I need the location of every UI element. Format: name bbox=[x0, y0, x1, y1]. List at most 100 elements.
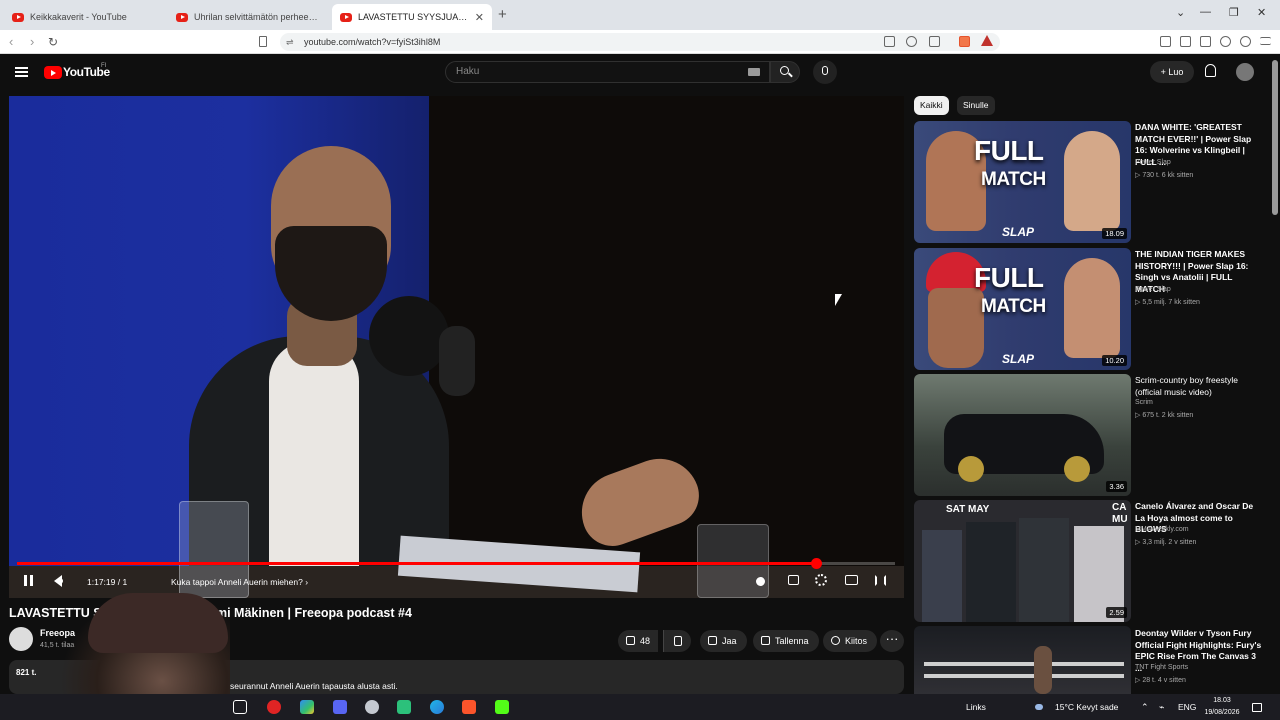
site-info-icon[interactable]: ⇌ bbox=[286, 37, 294, 48]
thumb-ring-rope bbox=[924, 662, 1124, 666]
recommendation-channel[interactable]: TNT Fight Sports bbox=[1135, 664, 1188, 671]
discord-icon[interactable] bbox=[333, 700, 347, 714]
close-tab-icon[interactable]: ✕ bbox=[475, 11, 484, 24]
clock-time[interactable]: 18.03 bbox=[1200, 697, 1244, 704]
settings-gear-icon[interactable] bbox=[815, 574, 827, 586]
progress-bar[interactable] bbox=[17, 558, 895, 569]
more-actions-button[interactable]: ··· bbox=[880, 630, 904, 652]
recommendation-channel[interactable]: Power Slap bbox=[1135, 159, 1171, 166]
network-icon[interactable]: ⌁ bbox=[1159, 702, 1164, 713]
notification-center-icon[interactable] bbox=[1252, 703, 1262, 712]
search-input[interactable]: Haku bbox=[445, 61, 770, 83]
thumbs-down-icon bbox=[674, 636, 682, 646]
vpn-icon[interactable] bbox=[1240, 36, 1251, 47]
chip-all[interactable]: Kaikki bbox=[914, 96, 949, 115]
thumb-wheel bbox=[1064, 456, 1090, 482]
like-button[interactable]: 48 bbox=[618, 630, 659, 652]
youtube-favicon-icon bbox=[176, 12, 188, 22]
back-icon[interactable]: ‹ bbox=[9, 34, 13, 49]
wallet-icon[interactable] bbox=[1200, 36, 1211, 47]
recommendation-title[interactable]: Scrim-country boy freestyle (official mu… bbox=[1135, 375, 1263, 398]
video-player[interactable]: 1:17:19 / 1 Kuka tappoi Anneli Auerin mi… bbox=[9, 96, 904, 598]
thumb-banner-text: SAT MAY bbox=[946, 504, 990, 515]
mouse-cursor-icon bbox=[835, 294, 842, 306]
weather-cloud-icon[interactable] bbox=[1035, 704, 1043, 710]
recommendation-thumbnail[interactable] bbox=[914, 626, 1131, 694]
chip-for-you[interactable]: Sinulle bbox=[957, 96, 995, 115]
browser-tab[interactable]: Keikkakaverit - YouTube bbox=[4, 4, 164, 30]
thanks-button[interactable]: Kiitos bbox=[823, 630, 878, 652]
notifications-bell-icon[interactable] bbox=[1205, 64, 1216, 77]
weather-widget[interactable]: 15°C Kevyt sade bbox=[1055, 702, 1118, 712]
thanks-label: Kiitos bbox=[845, 636, 868, 646]
browser-tab-active[interactable]: LAVASTETTU SYYSJUAALRIIKO ✕ bbox=[332, 4, 492, 30]
create-button[interactable]: + Luo bbox=[1150, 61, 1194, 83]
keyboard-icon[interactable] bbox=[748, 68, 760, 76]
recommendation-thumbnail[interactable]: 3.36 bbox=[914, 374, 1131, 496]
install-icon[interactable] bbox=[929, 36, 940, 47]
url-text[interactable]: youtube.com/watch?v=fyiSt3ihl8M bbox=[304, 37, 440, 47]
forward-icon[interactable]: › bbox=[30, 34, 34, 49]
duration-badge: 18.09 bbox=[1102, 228, 1127, 239]
dislike-button[interactable] bbox=[663, 630, 691, 652]
restore-icon[interactable]: ❐ bbox=[1229, 6, 1239, 19]
menu-icon[interactable] bbox=[1260, 37, 1271, 45]
new-tab-button[interactable]: + bbox=[498, 6, 507, 23]
recommendation-channel[interactable]: MMAWeekly.com bbox=[1135, 526, 1189, 533]
theater-mode-icon[interactable] bbox=[845, 575, 858, 585]
tab-search-icon[interactable]: ⌄ bbox=[1176, 6, 1185, 19]
media-icon[interactable] bbox=[1160, 36, 1171, 47]
youtube-favicon-icon bbox=[340, 12, 352, 22]
translate-icon[interactable] bbox=[884, 36, 895, 47]
thumb-person bbox=[928, 288, 984, 368]
recommendation-thumbnail[interactable]: SAT MAY CA MU 2.59 bbox=[914, 500, 1131, 622]
clock-date[interactable]: 19/08/2026 bbox=[1200, 709, 1244, 716]
recommendation-channel[interactable]: Power Slap bbox=[1135, 286, 1171, 293]
description-text: seurannut Anneli Auerin tapausta alusta … bbox=[230, 681, 398, 691]
links-toolbar[interactable]: Links bbox=[966, 702, 986, 712]
opera-icon[interactable] bbox=[267, 700, 281, 714]
voice-search-button[interactable] bbox=[813, 60, 837, 84]
chapter-title[interactable]: Kuka tappoi Anneli Auerin miehen? › bbox=[171, 577, 308, 587]
reload-icon[interactable]: ↻ bbox=[48, 35, 58, 49]
leo-icon[interactable] bbox=[1220, 36, 1231, 47]
thumb-person bbox=[1064, 131, 1120, 231]
autoplay-toggle-icon[interactable] bbox=[756, 577, 765, 586]
edge-icon[interactable] bbox=[430, 700, 444, 714]
language-indicator[interactable]: ENG bbox=[1178, 702, 1196, 712]
browser-tab[interactable]: Uhrilan selvittämätön perheensän m bbox=[168, 4, 328, 30]
minimize-icon[interactable]: — bbox=[1200, 6, 1211, 18]
thumb-slap-text: SLAP bbox=[1002, 225, 1035, 239]
tray-chevron-icon[interactable]: ⌃ bbox=[1141, 702, 1149, 713]
brave-icon[interactable] bbox=[462, 700, 476, 714]
progress-scrubber[interactable] bbox=[810, 558, 822, 569]
share-button[interactable]: Jaa bbox=[700, 630, 747, 652]
app-icon[interactable] bbox=[365, 700, 379, 714]
recommendation-thumbnail[interactable]: FULL MATCH SLAP 18.09 bbox=[914, 121, 1131, 243]
brave-shield-icon[interactable] bbox=[959, 36, 970, 47]
app-icon[interactable] bbox=[397, 700, 411, 714]
volume-icon[interactable] bbox=[54, 575, 63, 587]
kick-icon[interactable] bbox=[495, 700, 509, 714]
zoom-icon[interactable] bbox=[906, 36, 917, 47]
brave-rewards-icon[interactable] bbox=[981, 35, 993, 46]
task-view-icon[interactable] bbox=[233, 700, 247, 714]
hamburger-menu-icon[interactable] bbox=[15, 67, 28, 77]
close-window-icon[interactable]: ✕ bbox=[1257, 6, 1266, 19]
recommendation-thumbnail[interactable]: FULL MATCH SLAP 10.20 bbox=[914, 248, 1131, 370]
youtube-logo-icon[interactable] bbox=[44, 66, 62, 79]
page-scrollbar-thumb[interactable] bbox=[1272, 60, 1278, 215]
fullscreen-icon[interactable] bbox=[875, 575, 886, 586]
duration-badge: 3.36 bbox=[1106, 481, 1127, 492]
save-button[interactable]: Tallenna bbox=[753, 630, 819, 652]
sidebar-icon[interactable] bbox=[1180, 36, 1191, 47]
bookmark-icon[interactable] bbox=[259, 36, 267, 47]
recommendation-channel[interactable]: Scrim bbox=[1135, 399, 1153, 406]
subtitles-icon[interactable] bbox=[788, 575, 799, 585]
thumb-person bbox=[1019, 518, 1069, 622]
channel-avatar[interactable] bbox=[9, 627, 33, 651]
pause-icon[interactable] bbox=[24, 575, 33, 586]
search-button[interactable] bbox=[770, 61, 800, 83]
account-avatar[interactable] bbox=[1236, 63, 1254, 81]
app-icon[interactable] bbox=[300, 700, 314, 714]
